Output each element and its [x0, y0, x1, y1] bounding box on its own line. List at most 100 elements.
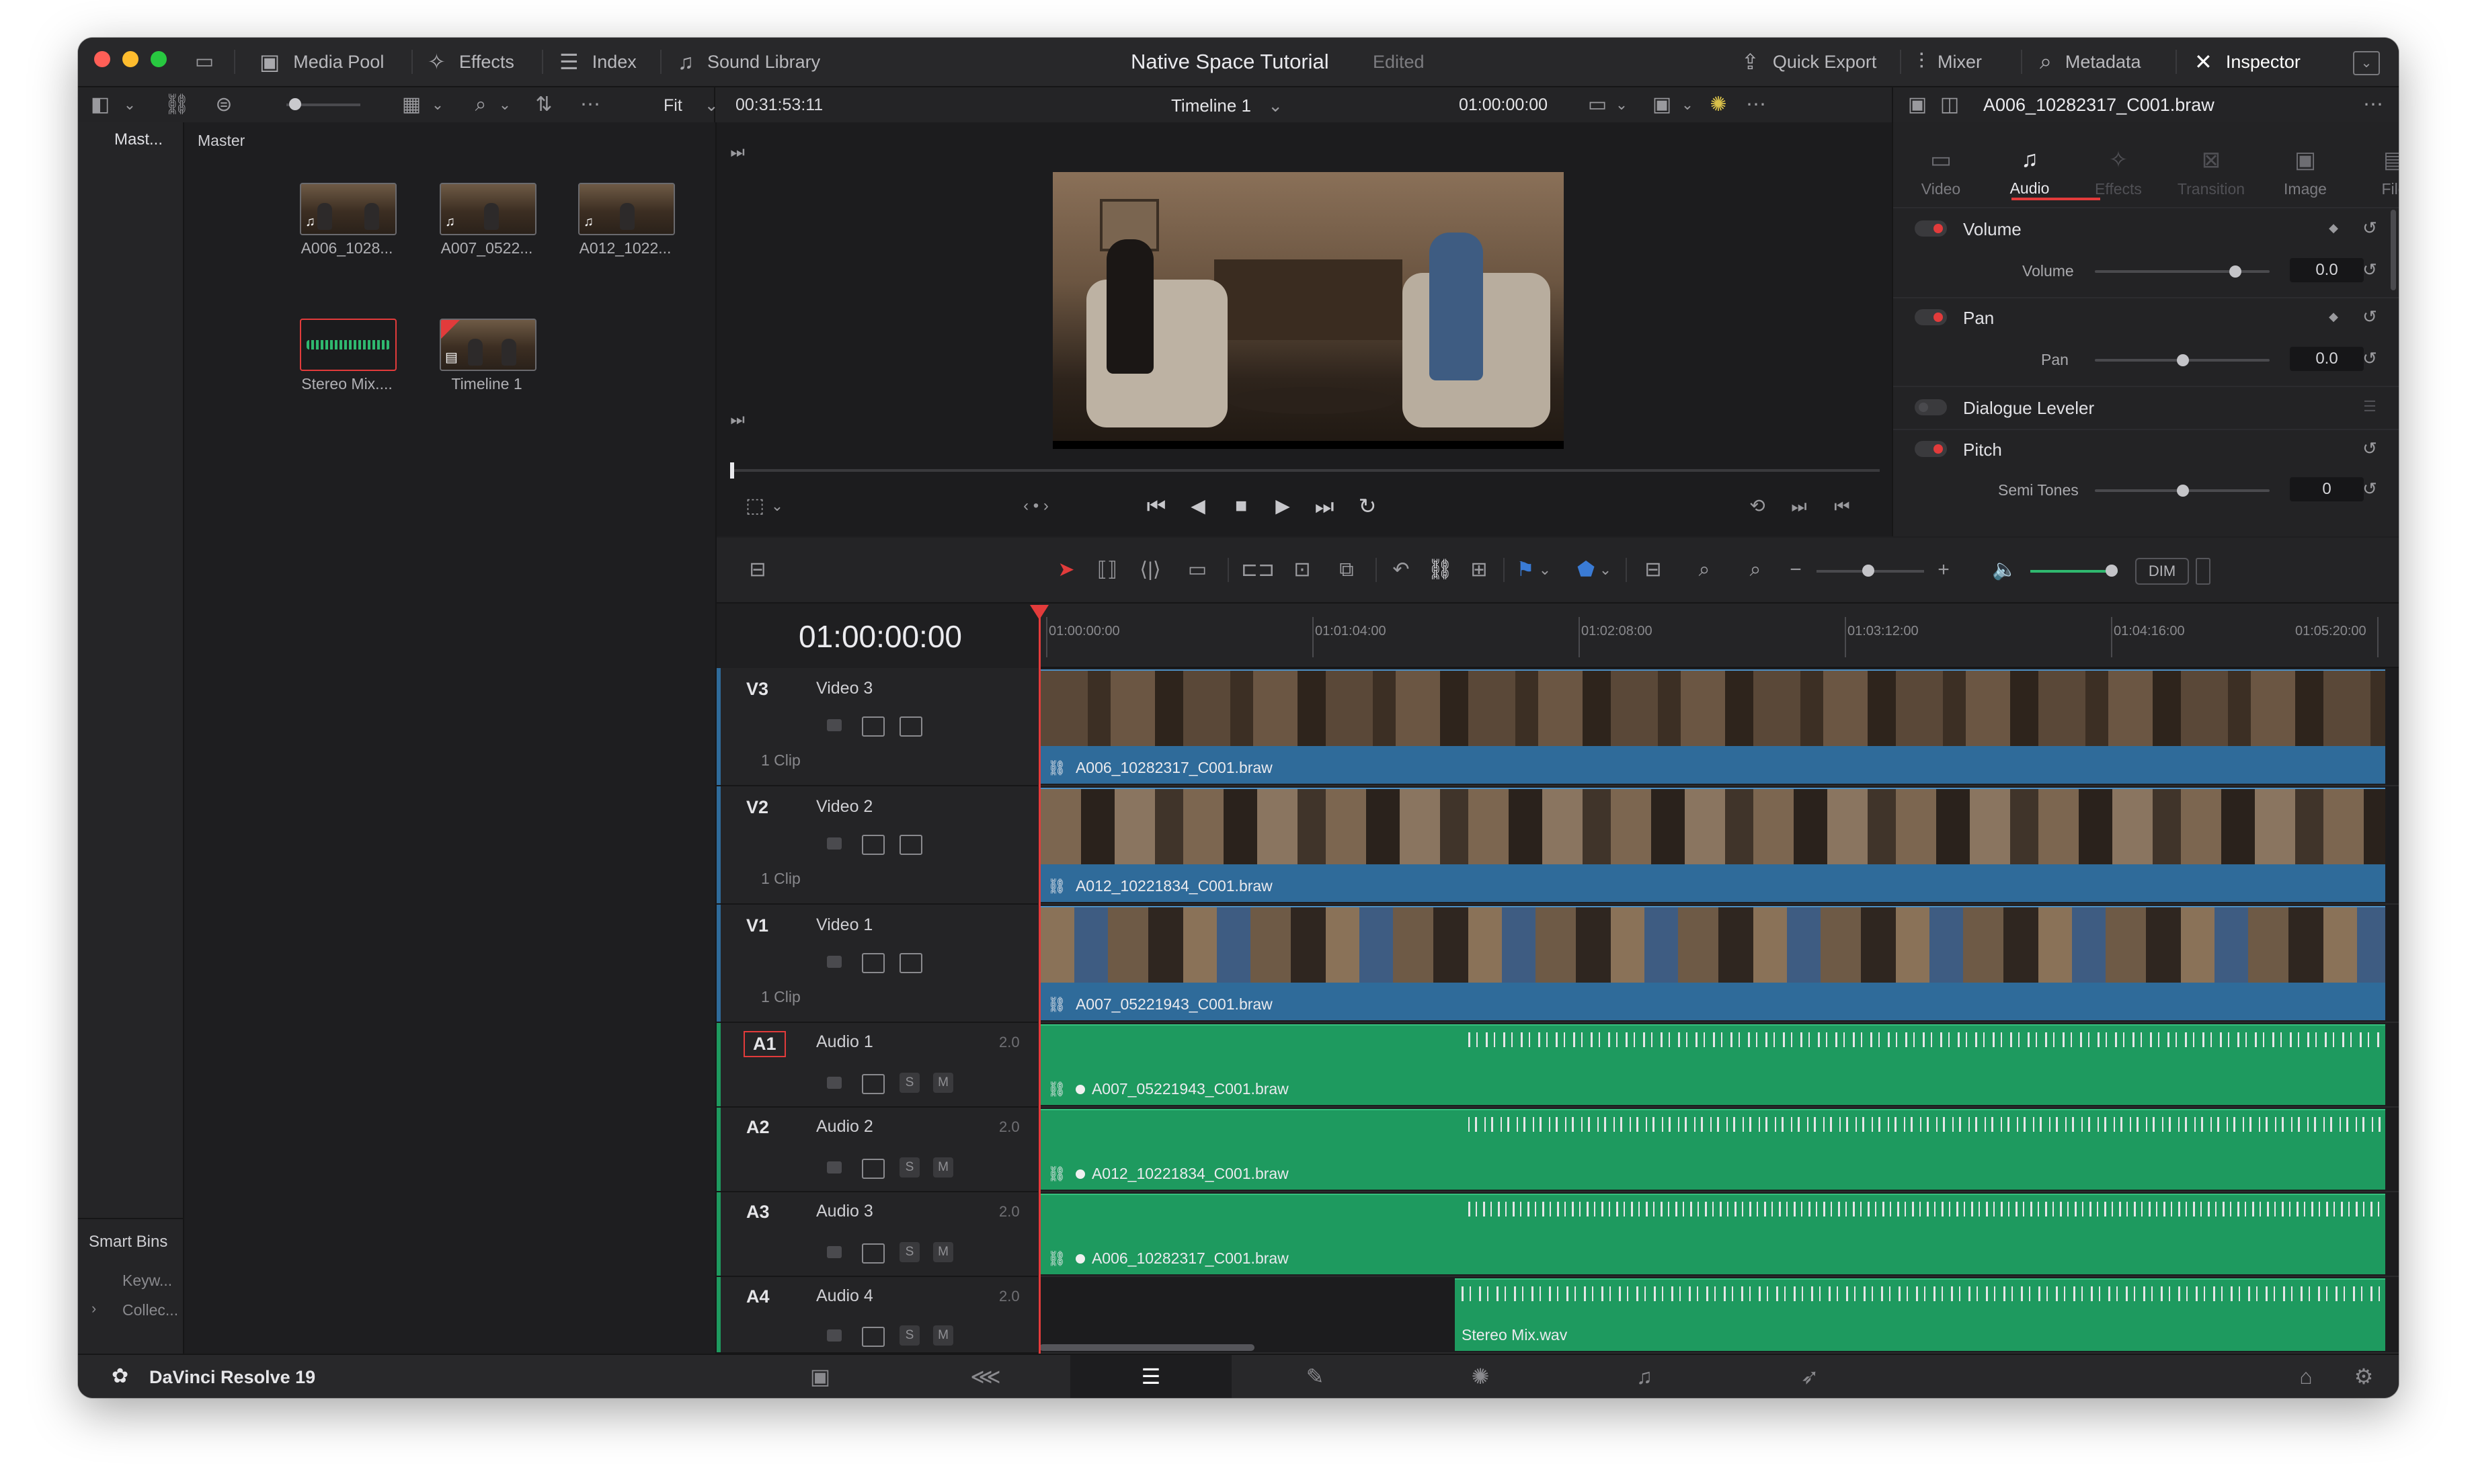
tab-effects[interactable]: ✧ Effects: [2075, 147, 2162, 198]
effects-button[interactable]: ✧ Effects: [428, 38, 514, 86]
lock-icon[interactable]: [827, 1246, 842, 1258]
track-header-v1[interactable]: V1 Video 1 1 Clip: [717, 905, 1038, 1023]
chevron-down-icon[interactable]: ⌄: [429, 94, 446, 116]
image-icon[interactable]: ▣: [1904, 94, 1931, 116]
lock-icon[interactable]: [827, 1077, 842, 1089]
insert-clip-icon[interactable]: ⊏⊐: [1241, 556, 1275, 583]
metadata-button[interactable]: ⌕ Metadata: [2040, 38, 2141, 86]
audio-clip[interactable]: ⛓ A012_10221834_C001.braw: [1041, 1109, 2385, 1190]
play-reverse-icon[interactable]: ◀: [1185, 495, 1211, 518]
reset-icon[interactable]: ↺: [2360, 306, 2380, 327]
pan-value[interactable]: 0.0: [2290, 347, 2364, 371]
speaker-icon[interactable]: 🔈: [1991, 556, 2018, 583]
inspector-button[interactable]: ✕ Inspector: [2194, 38, 2301, 86]
output-overlay-icon[interactable]: ▣: [1648, 94, 1675, 116]
go-to-end-icon[interactable]: ⏭: [1311, 495, 1338, 518]
chevron-right-icon[interactable]: ›: [91, 1300, 96, 1317]
track-name[interactable]: Video 2: [816, 797, 873, 817]
cut-page-icon[interactable]: ⋘: [905, 1355, 1066, 1398]
deliver-page-icon[interactable]: ➶: [1729, 1355, 1890, 1398]
color-scope-icon[interactable]: ✺: [1705, 94, 1732, 116]
keyframe-icon[interactable]: ◆: [2323, 306, 2344, 327]
solo-button[interactable]: S: [900, 1157, 920, 1178]
track-name[interactable]: Video 3: [816, 679, 873, 698]
blade-tool-icon[interactable]: ▭: [1181, 556, 1214, 583]
enable-video-icon[interactable]: [900, 953, 922, 973]
volume-slider[interactable]: [2095, 265, 2270, 278]
flag-icon[interactable]: ⚑: [1514, 556, 1537, 583]
auto-select-icon[interactable]: [862, 1159, 885, 1179]
linked-selection-icon[interactable]: ⛓: [1427, 556, 1453, 583]
enable-video-icon[interactable]: [900, 716, 922, 737]
chevron-down-icon[interactable]: ⌄: [1597, 556, 1613, 583]
zoom-fit-select[interactable]: Fit ⌄: [664, 95, 719, 116]
stop-icon[interactable]: ■: [1228, 495, 1254, 518]
keyframe-icon[interactable]: ◆: [2323, 218, 2344, 238]
audio-clip[interactable]: ⛓ A007_05221943_C001.braw: [1041, 1024, 2385, 1105]
mute-button[interactable]: M: [933, 1242, 953, 1262]
more-options-icon[interactable]: ⋯: [1743, 94, 1769, 116]
track-name[interactable]: Audio 3: [816, 1202, 873, 1221]
reset-icon[interactable]: ↺: [2360, 479, 2380, 499]
auto-select-icon[interactable]: [862, 953, 885, 973]
monitor-volume-slider[interactable]: [2030, 570, 2118, 573]
zoom-full-icon[interactable]: ⊟: [1636, 556, 1670, 583]
track-header-a4[interactable]: A4 Audio 4 2.0 S M: [717, 1277, 1038, 1354]
solo-button[interactable]: S: [900, 1242, 920, 1262]
audio-clip-thumbnail[interactable]: [300, 319, 397, 371]
lock-icon[interactable]: [827, 956, 842, 968]
go-to-start-icon[interactable]: ⏮: [1143, 495, 1170, 518]
zoom-detail-icon[interactable]: ⌕: [1687, 556, 1721, 583]
scrubber-bar[interactable]: [730, 469, 1880, 472]
audio-clip[interactable]: Stereo Mix.wav: [1455, 1278, 2385, 1351]
chevron-down-icon[interactable]: ⌄: [1613, 94, 1630, 116]
volume-toggle[interactable]: [1915, 220, 1947, 237]
chevron-down-icon[interactable]: ⌄: [1679, 94, 1695, 116]
edit-page-icon[interactable]: ☰: [1070, 1355, 1232, 1398]
home-icon[interactable]: ⌂: [2286, 1355, 2326, 1398]
clip-thumbnail[interactable]: ♫: [578, 183, 675, 235]
solo-button[interactable]: S: [900, 1073, 920, 1093]
color-page-icon[interactable]: ✺: [1400, 1355, 1561, 1398]
slider-knob[interactable]: [2177, 485, 2189, 497]
tab-audio[interactable]: ♫ Audio: [1986, 147, 2073, 198]
zoom-in-icon[interactable]: +: [1933, 556, 1954, 583]
pitch-toggle[interactable]: [1915, 441, 1947, 457]
play-icon[interactable]: ▶: [1269, 495, 1296, 518]
reset-icon[interactable]: ↺: [2360, 259, 2380, 280]
zoom-custom-icon[interactable]: ⌕: [1739, 556, 1772, 583]
reset-icon[interactable]: ↺: [2360, 218, 2380, 238]
menu-icon[interactable]: ☰: [2360, 397, 2380, 417]
auto-select-icon[interactable]: [862, 1243, 885, 1264]
fairlight-page-icon[interactable]: ♫: [1564, 1355, 1725, 1398]
sound-library-button[interactable]: ♫ Sound Library: [678, 38, 820, 86]
workspace-icon[interactable]: ▭: [192, 51, 216, 73]
viewer-mode-icon[interactable]: ▭: [1584, 94, 1611, 116]
tab-file[interactable]: ▤ File: [2350, 147, 2399, 198]
marker-icon[interactable]: ⬟: [1574, 556, 1597, 583]
replace-clip-icon[interactable]: ⧉: [1330, 556, 1363, 583]
close-window-button[interactable]: [94, 51, 110, 67]
more-options-icon[interactable]: ⋯: [577, 94, 604, 116]
track-header-v2[interactable]: V2 Video 2 1 Clip: [717, 786, 1038, 905]
chevron-down-icon[interactable]: ⌄: [121, 94, 138, 116]
search-icon[interactable]: ⌕: [469, 94, 492, 116]
bin-master[interactable]: Mast...: [114, 130, 163, 149]
playhead[interactable]: [1030, 605, 1049, 1382]
overwrite-clip-icon[interactable]: ⊡: [1285, 556, 1319, 583]
index-button[interactable]: ☰ Index: [559, 38, 637, 86]
match-frame-icon[interactable]: ⟲: [1744, 495, 1771, 518]
timeline-ruler[interactable]: 01:00:00:00 01:01:04:00 01:02:08:00 01:0…: [1039, 604, 2399, 668]
previous-edit-icon[interactable]: ⏮: [1829, 495, 1856, 518]
mixer-button[interactable]: ⫶ Mixer: [1919, 38, 1982, 86]
fusion-page-icon[interactable]: ✎: [1234, 1355, 1396, 1398]
tab-image[interactable]: ▣ Image: [2262, 147, 2349, 198]
scrubber-handle[interactable]: [730, 462, 734, 479]
grid-view-icon[interactable]: ▦: [398, 94, 425, 116]
reset-icon[interactable]: ↺: [2360, 348, 2380, 368]
pan-toggle[interactable]: [1915, 309, 1947, 325]
sort-icon[interactable]: ⇅: [532, 94, 555, 116]
auto-select-icon[interactable]: [862, 716, 885, 737]
link-icon[interactable]: ⛓: [164, 94, 190, 116]
more-options-icon[interactable]: ⋯: [2360, 94, 2387, 116]
